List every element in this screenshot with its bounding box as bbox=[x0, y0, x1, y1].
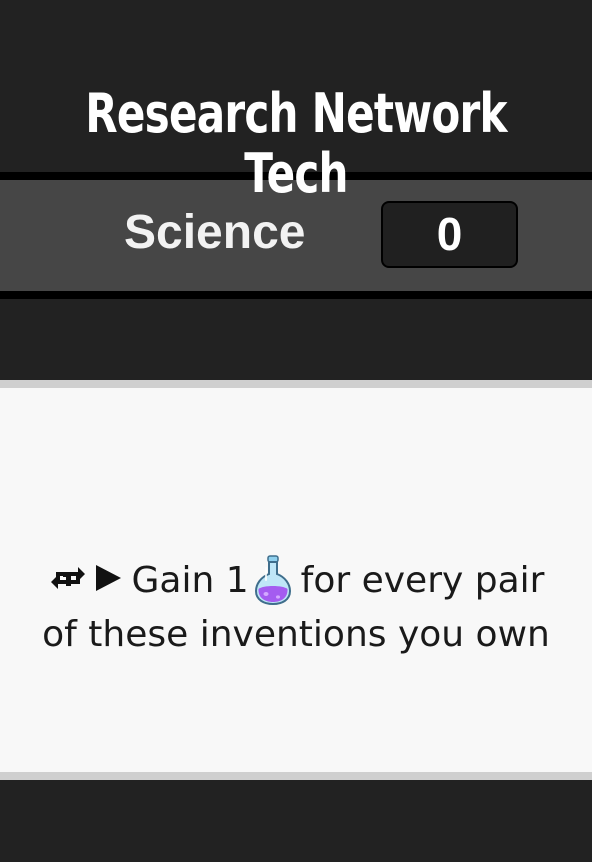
header-divider-bottom bbox=[0, 291, 592, 299]
effect-card[interactable]: Gain 1 for every pair of these invention… bbox=[0, 380, 592, 780]
footer-area bbox=[0, 780, 592, 862]
potion-flask-icon bbox=[254, 555, 291, 606]
effect-text-before: Gain 1 bbox=[131, 560, 249, 601]
effect-text: Gain 1 for every pair of these invention… bbox=[40, 554, 552, 662]
resource-label: Science bbox=[124, 206, 306, 259]
repeat-once-icon bbox=[50, 567, 85, 589]
game-screen: Research Network Tech Science 0 Gain 1 f… bbox=[0, 0, 592, 862]
spacer-dark bbox=[0, 299, 592, 380]
resource-counter[interactable]: 0 bbox=[381, 201, 518, 268]
play-arrow-icon bbox=[95, 565, 121, 591]
card-title: Research Network Tech bbox=[85, 82, 507, 205]
